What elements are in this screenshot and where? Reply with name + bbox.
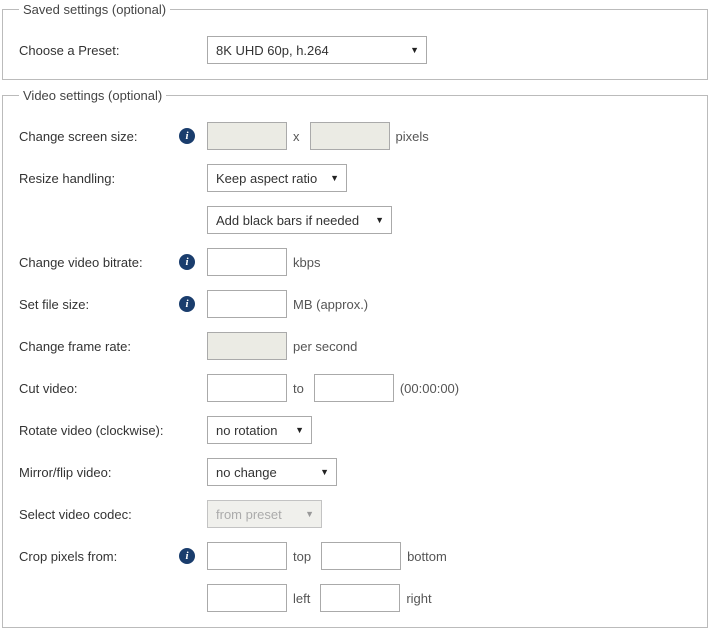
- mb-unit: MB (approx.): [293, 297, 368, 312]
- black-bars-select[interactable]: Add black bars if needed: [207, 206, 392, 234]
- persecond-unit: per second: [293, 339, 357, 354]
- pixels-unit: pixels: [396, 129, 429, 144]
- screen-height-input[interactable]: [310, 122, 390, 150]
- crop-top-label: top: [293, 549, 311, 564]
- preset-row: Choose a Preset: 8K UHD 60p, h.264: [19, 35, 691, 65]
- info-icon[interactable]: i: [179, 548, 195, 564]
- filesize-row: Set file size: i MB (approx.): [19, 289, 691, 319]
- cut-to-label: to: [293, 381, 304, 396]
- filesize-label: Set file size:: [19, 297, 179, 312]
- resize-handling-label: Resize handling:: [19, 171, 179, 186]
- screen-width-input[interactable]: [207, 122, 287, 150]
- mirror-label: Mirror/flip video:: [19, 465, 179, 480]
- rotate-row: Rotate video (clockwise): no rotation: [19, 415, 691, 445]
- cut-to-input[interactable]: [314, 374, 394, 402]
- rotate-label: Rotate video (clockwise):: [19, 423, 179, 438]
- bitrate-row: Change video bitrate: i kbps: [19, 247, 691, 277]
- screen-size-label: Change screen size:: [19, 129, 179, 144]
- cut-video-label: Cut video:: [19, 381, 179, 396]
- crop-row-1: Crop pixels from: i top bottom: [19, 541, 691, 571]
- cut-hint: (00:00:00): [400, 381, 459, 396]
- filesize-input[interactable]: [207, 290, 287, 318]
- crop-top-input[interactable]: [207, 542, 287, 570]
- preset-select[interactable]: 8K UHD 60p, h.264: [207, 36, 427, 64]
- crop-bottom-input[interactable]: [321, 542, 401, 570]
- info-icon[interactable]: i: [179, 296, 195, 312]
- aspect-ratio-select[interactable]: Keep aspect ratio: [207, 164, 347, 192]
- saved-settings-legend: Saved settings (optional): [19, 2, 170, 17]
- crop-row-2: left right: [19, 583, 691, 613]
- video-settings-legend: Video settings (optional): [19, 88, 166, 103]
- info-icon[interactable]: i: [179, 128, 195, 144]
- bitrate-input[interactable]: [207, 248, 287, 276]
- framerate-input[interactable]: [207, 332, 287, 360]
- size-separator: x: [293, 129, 300, 144]
- mirror-row: Mirror/flip video: no change: [19, 457, 691, 487]
- crop-label: Crop pixels from:: [19, 549, 179, 564]
- rotation-select[interactable]: no rotation: [207, 416, 312, 444]
- saved-settings-fieldset: Saved settings (optional) Choose a Prese…: [2, 2, 708, 80]
- video-settings-fieldset: Video settings (optional) Change screen …: [2, 88, 708, 628]
- cut-video-row: Cut video: to (00:00:00): [19, 373, 691, 403]
- crop-right-label: right: [406, 591, 431, 606]
- crop-left-input[interactable]: [207, 584, 287, 612]
- info-icon[interactable]: i: [179, 254, 195, 270]
- kbps-unit: kbps: [293, 255, 320, 270]
- crop-left-label: left: [293, 591, 310, 606]
- framerate-label: Change frame rate:: [19, 339, 179, 354]
- codec-select: from preset: [207, 500, 322, 528]
- codec-row: Select video codec: from preset: [19, 499, 691, 529]
- codec-label: Select video codec:: [19, 507, 179, 522]
- bitrate-label: Change video bitrate:: [19, 255, 179, 270]
- resize-handling-row: Resize handling: Keep aspect ratio: [19, 163, 691, 193]
- crop-bottom-label: bottom: [407, 549, 447, 564]
- preset-label: Choose a Preset:: [19, 43, 179, 58]
- cut-from-input[interactable]: [207, 374, 287, 402]
- mirror-select[interactable]: no change: [207, 458, 337, 486]
- screen-size-row: Change screen size: i x pixels: [19, 121, 691, 151]
- black-bars-row: Add black bars if needed: [19, 205, 691, 235]
- crop-right-input[interactable]: [320, 584, 400, 612]
- framerate-row: Change frame rate: per second: [19, 331, 691, 361]
